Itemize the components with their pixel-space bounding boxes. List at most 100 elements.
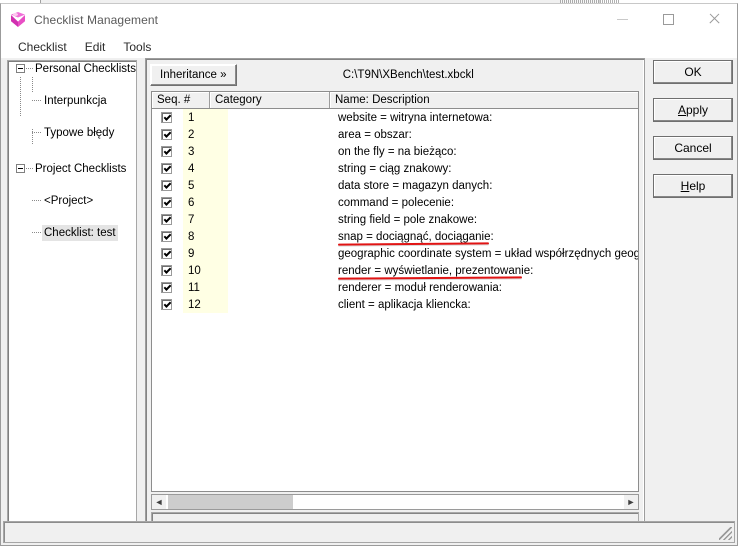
column-header-seq[interactable]: Seq. # [152,92,210,108]
cell-seq: 3 [188,145,195,158]
cell-name: string = ciąg znakowy: [338,162,452,175]
scrollbar-track[interactable] [166,495,624,509]
cell-seq: 10 [188,264,201,277]
inheritance-button[interactable]: Inheritance » [150,64,237,86]
client-area: Personal Checklists Interpunkcja Typowe … [1,58,737,545]
row-checkbox[interactable] [161,180,172,191]
close-icon[interactable] [691,4,737,34]
row-checkbox[interactable] [161,248,172,259]
cell-seq: 7 [188,213,195,226]
cell-seq: 6 [188,196,195,209]
cell-name: renderer = moduł renderowania: [338,281,502,294]
tree-connector [32,232,41,233]
cell-name: geographic coordinate system = układ wsp… [338,247,638,260]
tree-node-checklist-test[interactable]: Checklist: test [8,225,136,241]
ok-button[interactable]: OK [653,60,733,84]
cell-seq: 12 [188,298,201,311]
tree-connector [32,132,41,133]
menubar: Checklist Edit Tools [1,36,737,58]
inheritance-toolbar: Inheritance » C:\T9N\XBench\test.xbckl [150,63,640,87]
tree-connector [32,200,41,201]
cell-name: command = polecenie: [338,196,455,209]
row-checkbox[interactable] [161,146,172,157]
row-checkbox[interactable] [161,214,172,225]
cell-name: render = wyświetlanie, prezentowanie: [338,264,534,277]
help-button[interactable]: Help [653,174,733,198]
cell-seq: 5 [188,179,195,192]
cell-seq: 11 [188,281,200,294]
titlebar: Checklist Management [1,4,737,36]
table-row[interactable]: 6 command = polecenie: [152,194,638,211]
status-bar [3,521,735,543]
checklist-items-panel: Inheritance » C:\T9N\XBench\test.xbckl S… [145,58,645,531]
apply-button-label: Apply [677,103,709,117]
cell-seq: 4 [188,162,195,175]
table-row[interactable]: 11 renderer = moduł renderowania: [152,279,638,296]
row-checkbox[interactable] [161,231,172,242]
grid-body: 1 website = witryna internetowa: 2 area … [152,109,638,491]
minimize-icon[interactable] [599,4,645,34]
tree-node-label: Interpunkcja [44,95,107,107]
menu-item-edit[interactable]: Edit [76,38,115,57]
cancel-button[interactable]: Cancel [653,136,733,160]
row-checkbox[interactable] [161,282,172,293]
apply-button[interactable]: Apply [653,98,733,122]
cell-name: snap = dociągnąć, dociąganie: [338,230,494,243]
cell-seq: 1 [188,111,195,124]
column-header-name[interactable]: Name: Description [330,92,638,108]
table-row[interactable]: 1 website = witryna internetowa: [152,109,638,126]
table-row[interactable]: 7 string field = pole znakowe: [152,211,638,228]
column-header-category[interactable]: Category [210,92,330,108]
row-checkbox[interactable] [161,265,172,276]
scrollbar-thumb[interactable] [168,495,293,509]
tree-node-personal-checklists[interactable]: Personal Checklists [8,61,136,77]
row-checkbox[interactable] [161,197,172,208]
help-button-label: Help [680,179,706,193]
grid-horizontal-scrollbar[interactable]: ◄ ► [151,494,639,510]
chevron-left-icon[interactable]: ◄ [152,495,166,509]
maximize-icon[interactable] [645,4,691,34]
expand-collapse-icon[interactable] [16,64,25,73]
menu-item-tools[interactable]: Tools [114,38,160,57]
checklist-tree[interactable]: Personal Checklists Interpunkcja Typowe … [7,60,137,523]
table-row[interactable]: 2 area = obszar: [152,126,638,143]
table-row[interactable]: 4 string = ciąg znakowy: [152,160,638,177]
tree-connector [32,129,33,145]
table-row[interactable]: 5 data store = magazyn danych: [152,177,638,194]
tree-connector [26,168,33,169]
table-row[interactable]: 9 geographic coordinate system = układ w… [152,245,638,262]
tree-node-label: <Project> [44,195,94,207]
cancel-button-label: Cancel [674,141,712,155]
tree-node-project-checklists[interactable]: Project Checklists [8,161,136,177]
tree-node-label: Project Checklists [35,163,127,175]
resize-grip-icon[interactable] [719,527,732,540]
chevron-right-icon[interactable]: ► [624,495,638,509]
window-title: Checklist Management [34,13,159,27]
tree-node-typowe-bledy[interactable]: Typowe błędy [8,125,136,141]
tree-connector [32,100,41,101]
row-checkbox[interactable] [161,112,172,123]
menu-item-checklist[interactable]: Checklist [9,38,76,57]
grid-header: Seq. # Category Name: Description [152,92,638,109]
cell-name: string field = pole znakowe: [338,213,478,226]
row-checkbox[interactable] [161,299,172,310]
row-checkbox[interactable] [161,163,172,174]
checklist-path-label: C:\T9N\XBench\test.xbckl [342,69,474,81]
tree-node-label: Typowe błędy [44,127,115,139]
table-row[interactable]: 12 client = aplikacja kliencka: [152,296,638,313]
cell-seq: 9 [188,247,195,260]
table-row[interactable]: 3 on the fly = na bieżąco: [152,143,638,160]
tree-connector [32,77,33,93]
cell-seq: 2 [188,128,195,141]
cell-name: data store = magazyn danych: [338,179,493,192]
ok-button-label: OK [684,65,702,79]
expand-collapse-icon[interactable] [16,164,25,173]
tree-node-project-placeholder[interactable]: <Project> [8,193,136,209]
row-checkbox[interactable] [161,129,172,140]
cube-icon [10,12,26,28]
tree-node-label: Personal Checklists [35,63,136,75]
checklist-grid[interactable]: Seq. # Category Name: Description 1 webs… [151,91,639,492]
dialog-buttons: OK Apply Cancel Help [653,60,733,212]
tree-node-interpunkcja[interactable]: Interpunkcja [8,93,136,109]
cell-seq: 8 [188,230,195,243]
